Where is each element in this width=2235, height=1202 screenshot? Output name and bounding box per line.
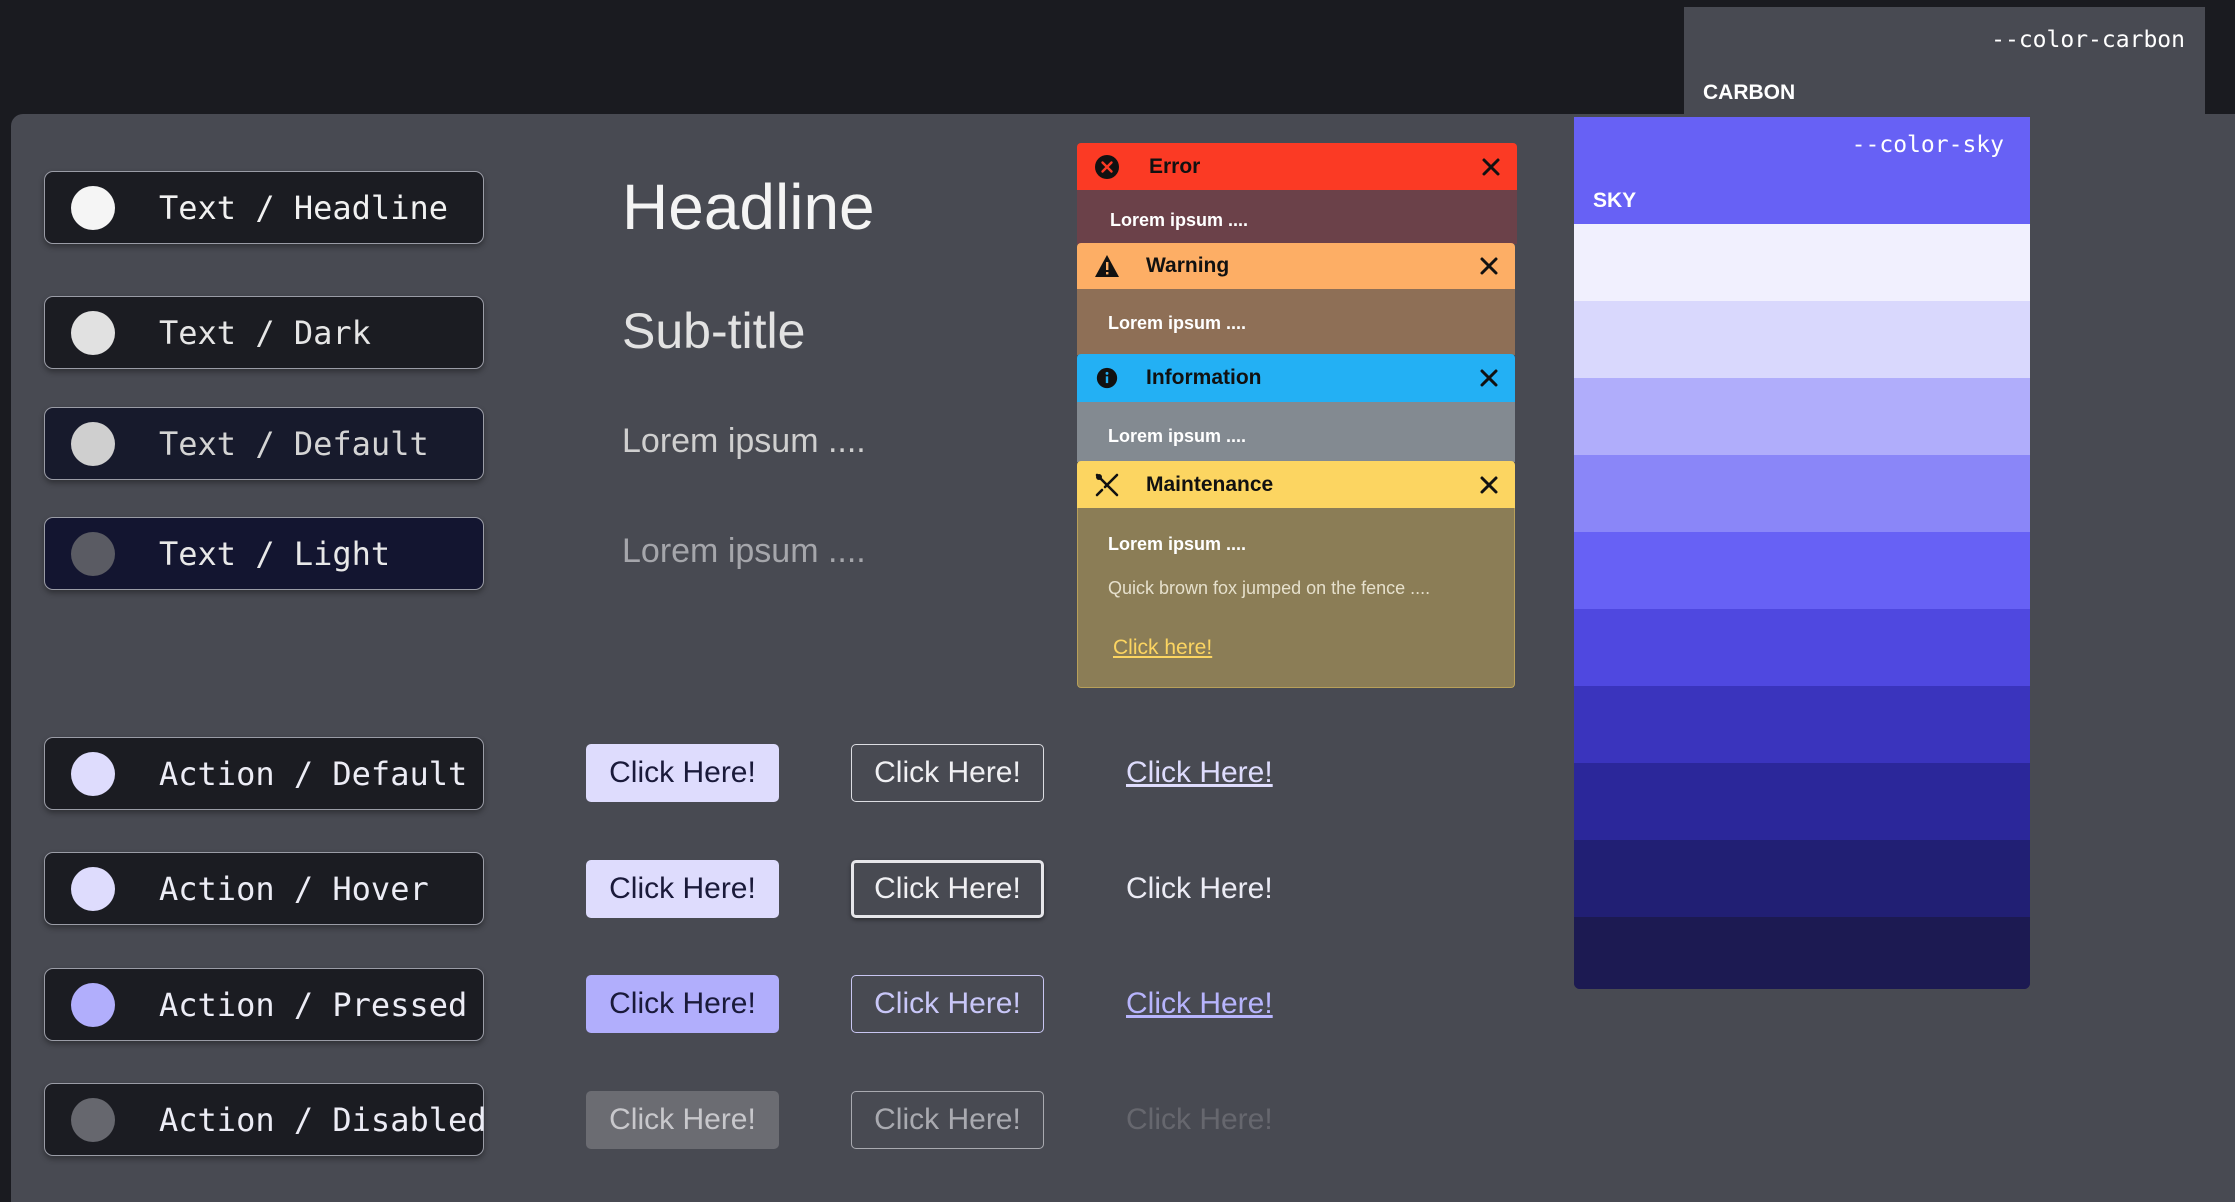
sky-swatch xyxy=(1574,301,2030,378)
body-light-sample: Lorem ipsum .... xyxy=(622,532,866,570)
secondary-button-disabled: Click Here! xyxy=(851,1091,1044,1149)
token-label: Text / Default xyxy=(159,424,429,463)
token-label: Text / Headline xyxy=(159,188,448,227)
sky-label: SKY xyxy=(1593,189,1637,212)
color-dot xyxy=(71,310,115,355)
primary-button-pressed[interactable]: Click Here! xyxy=(586,975,779,1033)
token-label: Action / Default xyxy=(159,754,468,793)
token-label: Action / Hover xyxy=(159,869,429,908)
warning-triangle-icon xyxy=(1095,255,1119,277)
alert-error: Error Lorem ipsum .... xyxy=(1077,143,1517,244)
subtitle-sample: Sub-title xyxy=(622,303,806,359)
alert-title: Maintenance xyxy=(1146,472,1274,496)
alert-title: Error xyxy=(1149,154,1201,178)
alert-text: Lorem ipsum .... xyxy=(1108,534,1247,554)
carbon-label: CARBON xyxy=(1703,81,1796,104)
close-icon[interactable] xyxy=(1479,368,1499,388)
sky-swatch xyxy=(1574,840,2030,917)
info-circle-icon xyxy=(1096,367,1118,389)
link-button-default[interactable]: Click Here! xyxy=(1126,756,1273,790)
primary-button-hover[interactable]: Click Here! xyxy=(586,860,779,918)
alert-header: Maintenance xyxy=(1077,461,1515,508)
link-button-hover[interactable]: Click Here! xyxy=(1126,872,1273,906)
sky-palette-header: --color-sky SKY xyxy=(1574,117,2030,224)
sky-swatch xyxy=(1574,763,2030,840)
token-label: Action / Disabled xyxy=(159,1100,487,1139)
close-icon[interactable] xyxy=(1479,475,1499,495)
sky-swatch xyxy=(1574,455,2030,532)
alert-header: Warning xyxy=(1077,243,1515,289)
alert-body: Lorem ipsum .... xyxy=(1077,289,1515,355)
token-action-hover: Action / Hover xyxy=(44,852,484,925)
alert-body: Lorem ipsum .... Quick brown fox jumped … xyxy=(1077,508,1515,688)
tools-icon xyxy=(1095,473,1119,496)
sky-swatch xyxy=(1574,917,2030,989)
token-action-default: Action / Default xyxy=(44,737,484,810)
alert-title: Information xyxy=(1146,366,1262,389)
close-icon[interactable] xyxy=(1481,157,1501,177)
token-label: Text / Dark xyxy=(159,313,371,352)
sky-palette: --color-sky SKY xyxy=(1574,117,2030,989)
alert-header: Information xyxy=(1077,354,1515,402)
alert-link[interactable]: Click here! xyxy=(1113,636,1212,660)
primary-button-default[interactable]: Click Here! xyxy=(586,744,779,802)
alert-extra-text: Quick brown fox jumped on the fence .... xyxy=(1108,578,1431,598)
token-label: Action / Pressed xyxy=(159,985,468,1024)
sky-swatch xyxy=(1574,378,2030,455)
color-dot xyxy=(71,1097,115,1142)
sky-variable-name: --color-sky xyxy=(1851,132,2004,158)
token-action-disabled: Action / Disabled xyxy=(44,1083,487,1156)
alert-warning: Warning Lorem ipsum .... xyxy=(1077,243,1515,355)
carbon-variable-name: --color-carbon xyxy=(1991,27,2185,53)
color-dot xyxy=(71,982,115,1027)
alert-text: Lorem ipsum .... xyxy=(1108,426,1247,446)
token-text-default: Text / Default xyxy=(44,407,484,480)
color-dot xyxy=(71,866,115,911)
token-label: Text / Light xyxy=(159,534,391,573)
close-icon[interactable] xyxy=(1479,256,1499,276)
alert-text: Lorem ipsum .... xyxy=(1110,210,1249,230)
alert-body: Lorem ipsum .... xyxy=(1077,190,1517,244)
alert-body: Lorem ipsum .... xyxy=(1077,402,1515,462)
sky-swatch xyxy=(1574,224,2030,301)
secondary-button-pressed[interactable]: Click Here! xyxy=(851,975,1044,1033)
color-dot xyxy=(71,421,115,466)
body-default-sample: Lorem ipsum .... xyxy=(622,422,866,460)
color-dot xyxy=(71,751,115,796)
alert-maintenance: Maintenance Lorem ipsum .... Quick brown… xyxy=(1077,461,1515,688)
sky-swatch xyxy=(1574,609,2030,686)
alert-information: Information Lorem ipsum .... xyxy=(1077,354,1515,462)
sky-swatch xyxy=(1574,532,2030,609)
headline-sample: Headline xyxy=(622,171,875,243)
link-button-disabled: Click Here! xyxy=(1126,1103,1273,1136)
sky-swatch xyxy=(1574,686,2030,763)
primary-button-disabled: Click Here! xyxy=(586,1091,779,1149)
secondary-button-default[interactable]: Click Here! xyxy=(851,744,1044,802)
alert-title: Warning xyxy=(1146,254,1230,277)
token-text-dark: Text / Dark xyxy=(44,296,484,369)
color-dot xyxy=(71,185,115,230)
secondary-button-hover[interactable]: Click Here! xyxy=(851,860,1044,918)
link-button-pressed[interactable]: Click Here! xyxy=(1126,987,1273,1021)
alert-text: Lorem ipsum .... xyxy=(1108,313,1247,333)
token-text-headline: Text / Headline xyxy=(44,171,484,244)
x-circle-icon xyxy=(1095,154,1119,179)
carbon-palette-header: --color-carbon CARBON xyxy=(1684,7,2205,115)
color-dot xyxy=(71,531,115,576)
alert-header: Error xyxy=(1077,143,1517,190)
token-action-pressed: Action / Pressed xyxy=(44,968,484,1041)
token-text-light: Text / Light xyxy=(44,517,484,590)
